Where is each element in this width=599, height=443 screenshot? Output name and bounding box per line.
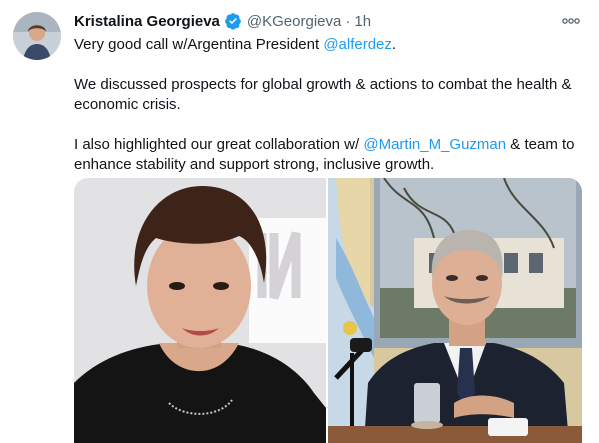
tweet-timestamp[interactable]: 1h bbox=[354, 13, 371, 30]
video-call-man-at-desk bbox=[328, 178, 582, 443]
text-segment: Very good call w/Argentina President bbox=[74, 36, 324, 53]
author-handle[interactable]: @KGeorgieva bbox=[247, 13, 341, 30]
mention-link-alferdez[interactable]: @alferdez bbox=[323, 36, 392, 53]
mention-link-martin-m-guzman[interactable]: @Martin_M_Guzman bbox=[363, 136, 506, 153]
author-name[interactable]: Kristalina Georgieva bbox=[74, 13, 220, 30]
author-avatar[interactable] bbox=[13, 12, 61, 60]
more-horizontal-icon[interactable] bbox=[560, 12, 582, 30]
text-segment: . bbox=[391, 36, 397, 53]
video-call-woman bbox=[74, 178, 326, 443]
tweet-card[interactable]: Kristalina Georgieva @KGeorgieva · 1h Ve… bbox=[0, 0, 599, 443]
text-segment: I also highlighted our great collaborati… bbox=[74, 136, 364, 153]
tweet-text: Very good call w/Argentina President @al… bbox=[74, 35, 579, 175]
tweet-paragraph-2: We discussed prospects for global growth… bbox=[74, 76, 572, 113]
tweet-paragraph-1: Very good call w/Argentina President @al… bbox=[74, 35, 579, 55]
tweet-header: Kristalina Georgieva @KGeorgieva · 1h bbox=[74, 10, 371, 32]
tweet-paragraph-3: I also highlighted our great collaborati… bbox=[74, 135, 579, 175]
tweet-media[interactable] bbox=[74, 178, 582, 443]
avatar-photo bbox=[13, 12, 61, 60]
verified-badge-icon bbox=[224, 12, 242, 30]
separator-dot: · bbox=[345, 12, 351, 30]
